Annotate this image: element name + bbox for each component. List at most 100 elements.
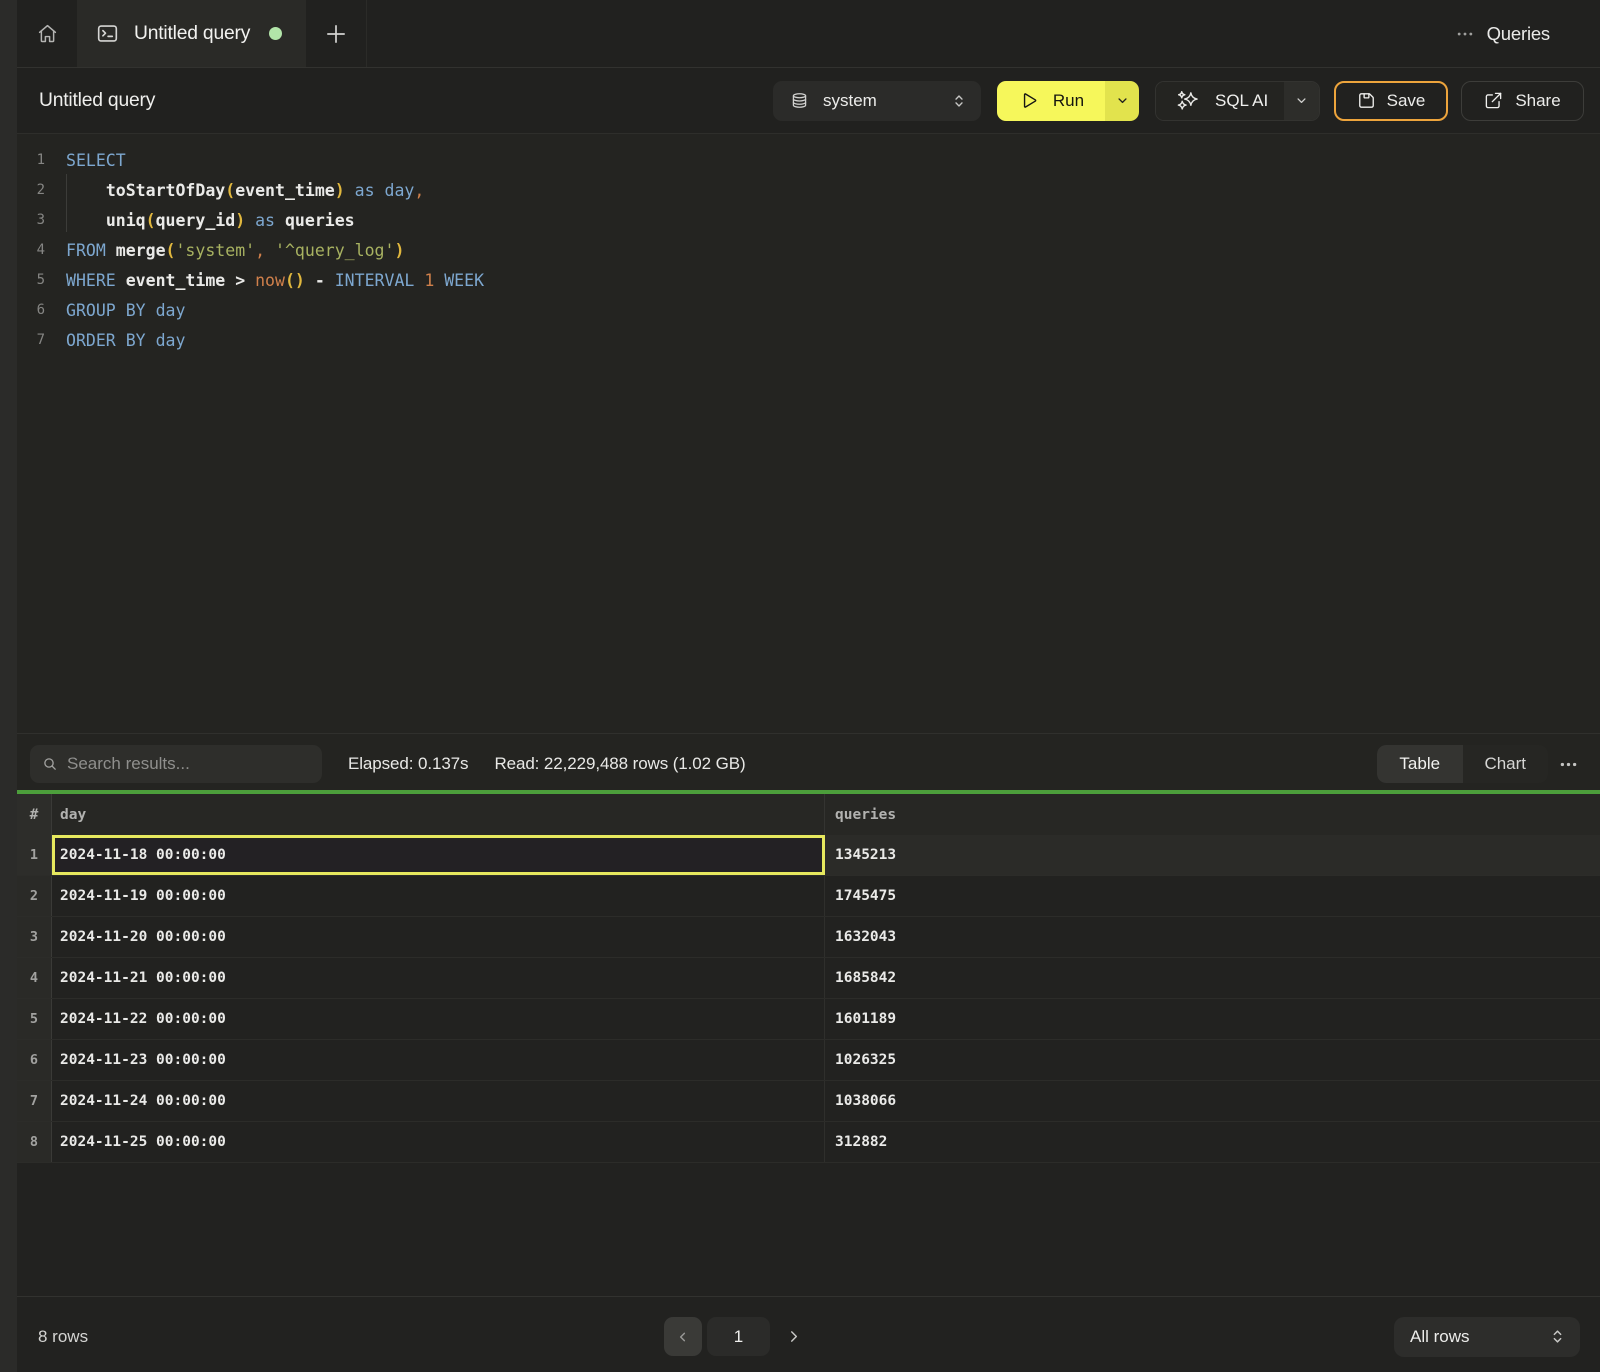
row-index: 5 — [17, 999, 52, 1039]
row-index: 2 — [17, 876, 52, 916]
chevrons-up-down-icon — [951, 93, 967, 109]
code-line-5: 5WHERE event_time > now() - INTERVAL 1 W… — [17, 265, 1600, 295]
chart-view-tab[interactable]: Chart — [1463, 745, 1549, 783]
table-row-5: 52024-11-22 00:00:001601189 — [17, 999, 1600, 1040]
cell-queries[interactable]: 1026325 — [825, 1040, 1600, 1080]
table-row-3: 32024-11-20 00:00:001632043 — [17, 917, 1600, 958]
results-table-header: # day queries — [17, 794, 1600, 835]
home-icon — [37, 23, 58, 44]
line-number: 2 — [17, 182, 45, 198]
results-table: # day queries 12024-11-18 00:00:00134521… — [17, 794, 1600, 1163]
row-index: 1 — [17, 835, 52, 875]
run-button-group: Run — [997, 81, 1139, 121]
cell-day[interactable]: 2024-11-23 00:00:00 — [52, 1040, 825, 1080]
queries-panel-toggle[interactable]: Queries — [1487, 23, 1550, 45]
cell-queries[interactable]: 1685842 — [825, 958, 1600, 998]
unsaved-dot — [269, 27, 282, 40]
share-button-label: Share — [1515, 91, 1560, 111]
more-options-button[interactable] — [1455, 24, 1475, 44]
day-column-header[interactable]: day — [52, 794, 825, 835]
cell-day[interactable]: 2024-11-21 00:00:00 — [52, 958, 825, 998]
code-line-4: 4FROM merge('system', '^query_log') — [17, 235, 1600, 265]
table-view-tab[interactable]: Table — [1377, 745, 1463, 783]
code-text: uniq(query_id) as queries — [66, 211, 355, 230]
page-title: Untitled query — [39, 90, 155, 112]
sql-editor[interactable]: 1SELECT2 toStartOfDay(event_time) as day… — [17, 133, 1600, 733]
next-page-button[interactable] — [785, 1328, 802, 1345]
tab-bar: Untitled query Queries — [17, 0, 1600, 68]
database-select-value: system — [823, 91, 877, 111]
home-button[interactable] — [17, 0, 77, 67]
code-text: ORDER BY day — [66, 331, 185, 350]
header-actions: system Run — [773, 81, 1584, 121]
results-more-button[interactable] — [1558, 754, 1579, 775]
line-number: 4 — [17, 242, 45, 258]
page-number-button[interactable]: 1 — [707, 1317, 770, 1356]
cell-queries[interactable]: 1601189 — [825, 999, 1600, 1039]
collapsed-sidebar[interactable] — [0, 0, 17, 1372]
table-row-8: 82024-11-25 00:00:00312882 — [17, 1122, 1600, 1163]
save-button[interactable]: Save — [1334, 81, 1448, 121]
run-button[interactable]: Run — [997, 81, 1105, 121]
run-options-button[interactable] — [1105, 81, 1139, 121]
search-icon — [42, 756, 58, 772]
cell-day[interactable]: 2024-11-19 00:00:00 — [52, 876, 825, 916]
search-results-input[interactable] — [67, 754, 310, 774]
rows-per-page-value: All rows — [1410, 1327, 1470, 1347]
previous-page-button[interactable] — [664, 1317, 702, 1356]
cell-day[interactable]: 2024-11-24 00:00:00 — [52, 1081, 825, 1121]
code-line-6: 6GROUP BY day — [17, 295, 1600, 325]
queries-column-header[interactable]: queries — [825, 794, 1600, 835]
view-toggle: Table Chart — [1377, 745, 1548, 783]
chevron-right-icon — [785, 1328, 802, 1345]
sql-ai-options-button[interactable] — [1284, 82, 1319, 120]
cell-queries[interactable]: 1345213 — [825, 835, 1600, 875]
save-icon — [1357, 91, 1376, 110]
search-results-box[interactable] — [30, 745, 322, 783]
code-line-3: 3 uniq(query_id) as queries — [17, 205, 1600, 235]
cell-day[interactable]: 2024-11-22 00:00:00 — [52, 999, 825, 1039]
sql-ai-button[interactable]: SQL AI — [1156, 82, 1284, 120]
table-row-7: 72024-11-24 00:00:001038066 — [17, 1081, 1600, 1122]
sparkles-icon — [1176, 89, 1199, 112]
line-number: 7 — [17, 332, 45, 348]
read-stat: Read: 22,229,488 rows (1.02 GB) — [494, 754, 745, 774]
code-line-7: 7 ORDER BY day — [17, 325, 1600, 355]
new-tab-button[interactable] — [306, 0, 367, 67]
rows-per-page-select[interactable]: All rows — [1394, 1317, 1580, 1357]
ellipsis-icon — [1558, 754, 1579, 775]
cell-day[interactable]: 2024-11-25 00:00:00 — [52, 1122, 825, 1162]
cell-queries[interactable]: 1632043 — [825, 917, 1600, 957]
plus-icon — [323, 21, 349, 47]
chevron-left-icon — [675, 1329, 691, 1345]
chevrons-up-down-icon — [1549, 1328, 1566, 1345]
sql-ai-label: SQL AI — [1215, 91, 1268, 111]
cell-queries[interactable]: 1038066 — [825, 1081, 1600, 1121]
tab-untitled-query[interactable]: Untitled query — [77, 0, 306, 67]
row-count: 8 rows — [38, 1327, 88, 1347]
share-button[interactable]: Share — [1461, 81, 1584, 121]
code-line-2: 2 toStartOfDay(event_time) as day, — [17, 175, 1600, 205]
terminal-icon — [96, 22, 119, 45]
cell-day[interactable]: 2024-11-20 00:00:00 — [52, 917, 825, 957]
line-number: 3 — [17, 212, 45, 228]
row-index: 7 — [17, 1081, 52, 1121]
table-row-2: 22024-11-19 00:00:001745475 — [17, 876, 1600, 917]
cell-queries[interactable]: 312882 — [825, 1122, 1600, 1162]
database-select[interactable]: system — [773, 81, 981, 121]
cell-queries[interactable]: 1745475 — [825, 876, 1600, 916]
cell-day[interactable]: 2024-11-18 00:00:00 — [52, 835, 825, 875]
chevron-down-icon — [1115, 93, 1130, 108]
run-button-label: Run — [1053, 91, 1084, 111]
line-number: 6 — [17, 302, 45, 318]
line-number: 5 — [17, 272, 45, 288]
indent-guide — [66, 174, 67, 232]
table-row-1: 12024-11-18 00:00:001345213 — [17, 835, 1600, 876]
pagination: 1 — [664, 1299, 802, 1372]
database-icon — [791, 92, 808, 109]
code-text: SELECT — [66, 151, 126, 170]
sql-ai-button-group: SQL AI — [1155, 81, 1320, 121]
table-empty-area — [17, 1163, 1600, 1297]
row-index: 8 — [17, 1122, 52, 1162]
row-index: 4 — [17, 958, 52, 998]
